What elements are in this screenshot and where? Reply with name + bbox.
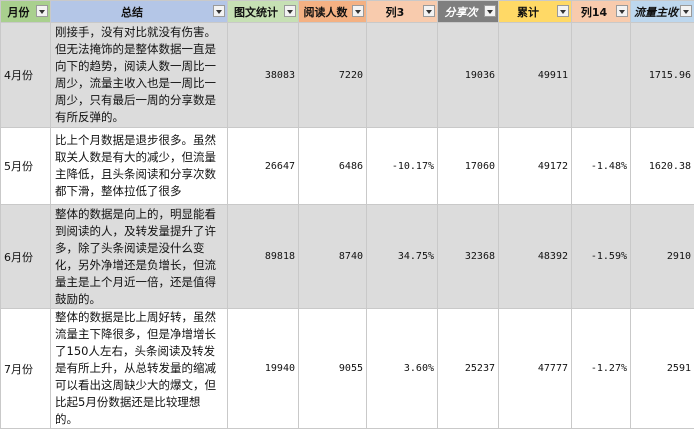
cell-summary[interactable]: 整体的数据是向上的，明显能看到阅读的人，及转发量提升了许多，除了头条阅读是没什么… <box>51 205 228 309</box>
cell-graphic[interactable]: 89818 <box>228 205 299 309</box>
cell-readers[interactable]: 8740 <box>299 205 367 309</box>
cell-share[interactable]: 19036 <box>438 23 499 128</box>
column-header-readers[interactable]: 阅读人数 <box>299 1 367 23</box>
filter-dropdown-icon[interactable] <box>36 5 48 17</box>
cell-graphic[interactable]: 38083 <box>228 23 299 128</box>
cell-graphic[interactable]: 26647 <box>228 128 299 205</box>
cell-streamer[interactable]: 1715.96 <box>631 23 694 128</box>
table-row: 4月份 刚接手，没有对比就没有伤害。但无法掩饰的是整体数据一直是向下的趋势，阅读… <box>1 23 694 128</box>
monthly-summary-table: 月份 总结 图文统计 阅读人数 列3 分享次 <box>0 0 694 429</box>
filter-dropdown-icon[interactable] <box>616 5 628 17</box>
cell-total[interactable]: 49172 <box>499 128 572 205</box>
header-row: 月份 总结 图文统计 阅读人数 列3 分享次 <box>1 1 694 23</box>
column-header-streamer[interactable]: 流量主收 <box>631 1 694 23</box>
cell-graphic[interactable]: 19940 <box>228 309 299 429</box>
spreadsheet-grid[interactable]: 月份 总结 图文统计 阅读人数 列3 分享次 <box>0 0 694 410</box>
table-row: 5月份 比上个月数据是退步很多。虽然取关人数是有大的减少，但流量主降低，且头条阅… <box>1 128 694 205</box>
column-header-month[interactable]: 月份 <box>1 1 51 23</box>
column-header-col14[interactable]: 列14 <box>572 1 631 23</box>
column-header-col3[interactable]: 列3 <box>367 1 438 23</box>
column-header-total[interactable]: 累计 <box>499 1 572 23</box>
cell-month[interactable]: 4月份 <box>1 23 51 128</box>
cell-readers[interactable]: 9055 <box>299 309 367 429</box>
table-row: 6月份 整体的数据是向上的，明显能看到阅读的人，及转发量提升了许多，除了头条阅读… <box>1 205 694 309</box>
cell-col14[interactable]: -1.59% <box>572 205 631 309</box>
filter-dropdown-icon[interactable] <box>423 5 435 17</box>
filter-dropdown-icon[interactable] <box>352 5 364 17</box>
column-header-graphic[interactable]: 图文统计 <box>228 1 299 23</box>
cell-col14[interactable]: -1.27% <box>572 309 631 429</box>
cell-month[interactable]: 7月份 <box>1 309 51 429</box>
table-row: 7月份 整体的数据是比上周好转，虽然流量主下降很多，但是净增增长了150人左右，… <box>1 309 694 429</box>
filter-dropdown-icon[interactable] <box>284 5 296 17</box>
filter-dropdown-icon[interactable] <box>484 5 496 17</box>
cell-streamer[interactable]: 2910 <box>631 205 694 309</box>
cell-col14[interactable]: -1.48% <box>572 128 631 205</box>
cell-summary[interactable]: 比上个月数据是退步很多。虽然取关人数是有大的减少，但流量主降低，且头条阅读和分享… <box>51 128 228 205</box>
filter-dropdown-icon[interactable] <box>557 5 569 17</box>
cell-total[interactable]: 49911 <box>499 23 572 128</box>
cell-month[interactable]: 6月份 <box>1 205 51 309</box>
filter-dropdown-icon[interactable] <box>213 5 225 17</box>
cell-summary[interactable]: 整体的数据是比上周好转，虽然流量主下降很多，但是净增增长了150人左右，头条阅读… <box>51 309 228 429</box>
cell-summary[interactable]: 刚接手，没有对比就没有伤害。但无法掩饰的是整体数据一直是向下的趋势，阅读人数一周… <box>51 23 228 128</box>
cell-streamer[interactable]: 2591 <box>631 309 694 429</box>
cell-readers[interactable]: 7220 <box>299 23 367 128</box>
cell-col14[interactable] <box>572 23 631 128</box>
cell-col3[interactable]: 3.60% <box>367 309 438 429</box>
cell-total[interactable]: 48392 <box>499 205 572 309</box>
cell-share[interactable]: 25237 <box>438 309 499 429</box>
column-header-summary[interactable]: 总结 <box>51 1 228 23</box>
cell-col3[interactable]: 34.75% <box>367 205 438 309</box>
column-header-label: 总结 <box>54 4 224 20</box>
cell-col3[interactable] <box>367 23 438 128</box>
cell-total[interactable]: 47777 <box>499 309 572 429</box>
cell-month[interactable]: 5月份 <box>1 128 51 205</box>
cell-readers[interactable]: 6486 <box>299 128 367 205</box>
column-header-share[interactable]: 分享次 <box>438 1 499 23</box>
cell-share[interactable]: 17060 <box>438 128 499 205</box>
cell-streamer[interactable]: 1620.38 <box>631 128 694 205</box>
cell-col3[interactable]: -10.17% <box>367 128 438 205</box>
filter-dropdown-icon[interactable] <box>680 5 692 17</box>
cell-share[interactable]: 32368 <box>438 205 499 309</box>
